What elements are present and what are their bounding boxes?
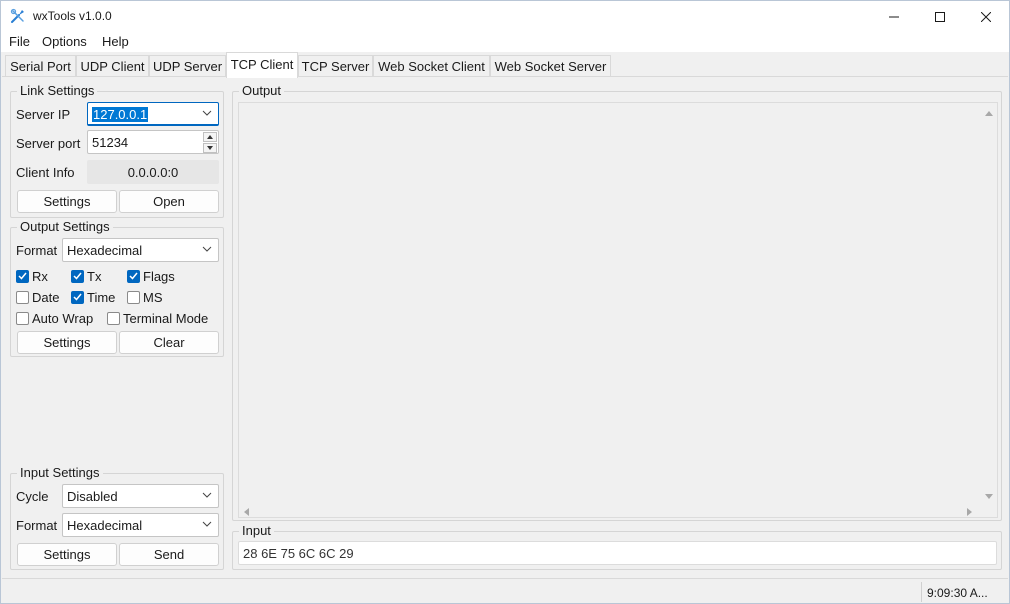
scroll-left-icon: [244, 508, 249, 516]
output-settings-title: Output Settings: [17, 219, 113, 234]
time-checkbox[interactable]: Time: [71, 289, 115, 305]
close-button[interactable]: [963, 1, 1009, 32]
server-port-label: Server port: [16, 136, 81, 151]
chevron-down-icon: [202, 521, 212, 527]
menu-bar: File Options Help: [1, 32, 1009, 52]
checkbox-unchecked-icon: [107, 311, 120, 325]
tab-web-socket-client[interactable]: Web Socket Client: [373, 55, 490, 77]
tab-tcp-client[interactable]: TCP Client: [226, 52, 298, 78]
checkbox-checked-icon: [127, 269, 140, 283]
server-ip-value: 127.0.0.1: [92, 107, 149, 122]
tab-tcp-server[interactable]: TCP Server: [298, 55, 373, 77]
minimize-button[interactable]: [871, 1, 917, 32]
ms-checkbox[interactable]: MS: [127, 289, 163, 305]
output-format-value: Hexadecimal: [67, 243, 143, 258]
scroll-right-icon: [967, 508, 972, 516]
time-label: Time: [87, 289, 116, 305]
date-label: Date: [32, 289, 60, 305]
chevron-down-icon: [202, 492, 212, 498]
spin-up-button[interactable]: [203, 132, 217, 142]
menu-file[interactable]: File: [9, 34, 30, 49]
input-format-label: Format: [16, 518, 58, 533]
tx-checkbox[interactable]: Tx: [71, 268, 101, 284]
client-info-label: Client Info: [16, 165, 75, 180]
tab-web-socket-server[interactable]: Web Socket Server: [490, 55, 611, 77]
server-ip-label: Server IP: [16, 107, 71, 122]
cycle-label: Cycle: [16, 489, 49, 504]
client-info-field: 0.0.0.0:0: [87, 160, 219, 184]
checkbox-checked-icon: [16, 269, 29, 283]
server-port-spinbox[interactable]: 51234: [87, 130, 219, 154]
rx-checkbox[interactable]: Rx: [16, 268, 48, 284]
close-icon: [981, 11, 991, 22]
output-text-area[interactable]: [238, 102, 998, 518]
spin-down-button[interactable]: [203, 143, 217, 153]
checkbox-unchecked-icon: [127, 290, 140, 304]
ms-label: MS: [143, 289, 163, 305]
clear-button[interactable]: Clear: [119, 331, 219, 354]
flags-checkbox[interactable]: Flags: [127, 268, 175, 284]
menu-help[interactable]: Help: [102, 34, 129, 49]
maximize-button[interactable]: [917, 1, 963, 32]
window-title: wxTools v1.0.0: [33, 9, 112, 23]
output-settings-group: Output Settings Format Hexadecimal Rx Tx…: [10, 219, 224, 357]
flags-label: Flags: [143, 268, 175, 284]
link-settings-title: Link Settings: [17, 83, 98, 98]
input-settings-title: Input Settings: [17, 465, 103, 480]
input-settings-button[interactable]: Settings: [17, 543, 117, 566]
checkbox-checked-icon: [71, 290, 84, 304]
input-settings-group: Input Settings Cycle Disabled Format Hex…: [10, 465, 224, 570]
cycle-combo[interactable]: Disabled: [62, 484, 219, 508]
tab-udp-client[interactable]: UDP Client: [76, 55, 149, 77]
title-bar[interactable]: wxTools v1.0.0: [1, 1, 1009, 32]
output-settings-button[interactable]: Settings: [17, 331, 117, 354]
input-format-value: Hexadecimal: [67, 518, 143, 533]
output-format-combo[interactable]: Hexadecimal: [62, 238, 219, 262]
maximize-icon: [935, 11, 945, 22]
auto-wrap-checkbox[interactable]: Auto Wrap: [16, 310, 93, 326]
server-ip-combo[interactable]: 127.0.0.1: [87, 102, 219, 126]
input-group: Input 28 6E 75 6C 6C 29: [232, 523, 1002, 570]
output-title: Output: [239, 83, 285, 98]
status-time: 9:09:30 A...: [927, 586, 988, 600]
send-button[interactable]: Send: [119, 543, 219, 566]
checkbox-unchecked-icon: [16, 290, 29, 304]
tab-serial-port[interactable]: Serial Port: [5, 55, 76, 77]
terminal-mode-label: Terminal Mode: [123, 310, 209, 326]
status-bar: 9:09:30 A...: [2, 578, 1008, 603]
status-separator: [921, 582, 922, 602]
date-checkbox[interactable]: Date: [16, 289, 59, 305]
input-format-combo[interactable]: Hexadecimal: [62, 513, 219, 537]
scroll-down-icon: [985, 494, 993, 499]
open-button[interactable]: Open: [119, 190, 219, 213]
terminal-mode-checkbox[interactable]: Terminal Mode: [107, 310, 208, 326]
checkbox-checked-icon: [71, 269, 84, 283]
scroll-up-icon: [985, 111, 993, 116]
auto-wrap-label: Auto Wrap: [32, 310, 94, 326]
app-window: wxTools v1.0.0 File Options Help Serial …: [0, 0, 1010, 604]
input-title: Input: [239, 523, 274, 538]
menu-options[interactable]: Options: [42, 34, 87, 49]
tools-icon: [10, 8, 26, 24]
rx-label: Rx: [32, 268, 48, 284]
minimize-icon: [889, 16, 899, 17]
link-settings-button[interactable]: Settings: [17, 190, 117, 213]
server-port-value: 51234: [92, 135, 129, 150]
chevron-down-icon: [202, 246, 212, 252]
output-format-label: Format: [16, 243, 58, 258]
output-group: Output: [232, 83, 1002, 521]
tab-bar: Serial Port UDP Client UDP Server TCP Cl…: [1, 52, 1009, 78]
link-settings-group: Link Settings Server IP 127.0.0.1 Server…: [10, 83, 224, 218]
arrow-down-icon: [207, 146, 213, 150]
cycle-value: Disabled: [67, 489, 118, 504]
checkbox-unchecked-icon: [16, 311, 29, 325]
chevron-down-icon: [202, 110, 212, 116]
arrow-up-icon: [207, 135, 213, 139]
tcp-client-page: Link Settings Server IP 127.0.0.1 Server…: [2, 76, 1008, 578]
tab-udp-server[interactable]: UDP Server: [149, 55, 226, 77]
input-text-field[interactable]: 28 6E 75 6C 6C 29: [238, 541, 997, 565]
tx-label: Tx: [87, 268, 102, 284]
